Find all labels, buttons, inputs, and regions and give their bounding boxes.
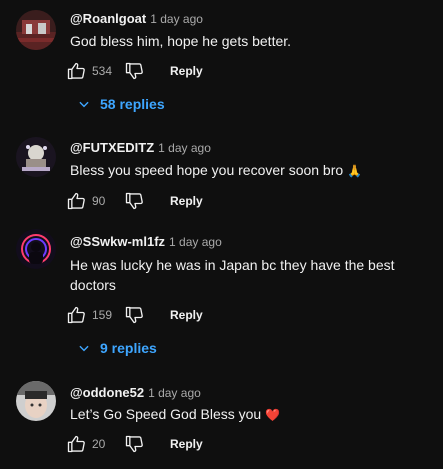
- comment-actions: 159 Reply: [64, 303, 203, 327]
- thumbs-up-icon[interactable]: [64, 303, 88, 327]
- avatar[interactable]: [16, 381, 56, 421]
- reply-button[interactable]: Reply: [170, 194, 203, 208]
- like-count: 20: [92, 437, 106, 451]
- timestamp[interactable]: 1 day ago: [158, 141, 211, 155]
- comment-meta: @Roanlgoat 1 day ago: [70, 10, 203, 28]
- comment-text: Let’s Go Speed God Bless you ❤️: [70, 404, 430, 425]
- avatar[interactable]: [16, 10, 56, 50]
- timestamp[interactable]: 1 day ago: [150, 12, 203, 26]
- reply-button[interactable]: Reply: [170, 437, 203, 451]
- author-name[interactable]: @FUTXEDITZ: [70, 140, 154, 155]
- comment-text-body: Bless you speed hope you recover soon br…: [70, 162, 344, 178]
- reply-button[interactable]: Reply: [170, 64, 203, 78]
- comment-actions: 534 Reply: [64, 59, 203, 83]
- view-replies-button[interactable]: 9 replies: [72, 336, 157, 360]
- like-count: 90: [92, 194, 106, 208]
- author-name[interactable]: @SSwkw-ml1fz: [70, 234, 165, 249]
- thumbs-up-icon[interactable]: [64, 59, 88, 83]
- replies-label: 58 replies: [100, 96, 165, 112]
- chevron-down-icon: [72, 336, 96, 360]
- red-heart-emoji: ❤️: [265, 408, 281, 422]
- like-count: 159: [92, 308, 113, 322]
- comment-meta: @FUTXEDITZ 1 day ago: [70, 139, 211, 157]
- timestamp[interactable]: 1 day ago: [169, 235, 222, 249]
- thumbs-down-icon[interactable]: [122, 303, 146, 327]
- praying-hands-emoji: 🙏: [347, 164, 363, 178]
- comment-meta: @oddone52 1 day ago: [70, 384, 201, 402]
- thumbs-down-icon[interactable]: [122, 432, 146, 456]
- author-name[interactable]: @Roanlgoat: [70, 11, 146, 26]
- comment-meta: @SSwkw-ml1fz 1 day ago: [70, 233, 222, 251]
- like-count: 534: [92, 64, 113, 78]
- thumbs-down-icon[interactable]: [122, 59, 146, 83]
- reply-button[interactable]: Reply: [170, 308, 203, 322]
- thumbs-up-icon[interactable]: [64, 432, 88, 456]
- comment-actions: 20 Reply: [64, 432, 203, 456]
- avatar[interactable]: [16, 229, 56, 269]
- avatar[interactable]: [16, 137, 56, 177]
- thumbs-down-icon[interactable]: [122, 189, 146, 213]
- thumbs-up-icon[interactable]: [64, 189, 88, 213]
- comment-text: Bless you speed hope you recover soon br…: [70, 160, 430, 181]
- chevron-down-icon: [72, 92, 96, 116]
- comment-actions: 90 Reply: [64, 189, 203, 213]
- author-name[interactable]: @oddone52: [70, 385, 144, 400]
- comment-text: He was lucky he was in Japan bc they hav…: [70, 257, 395, 293]
- timestamp[interactable]: 1 day ago: [148, 386, 201, 400]
- view-replies-button[interactable]: 58 replies: [72, 92, 165, 116]
- comment-text-body: Let’s Go Speed God Bless you: [70, 406, 262, 422]
- replies-label: 9 replies: [100, 340, 157, 356]
- comment-text: God bless him, hope he gets better.: [70, 33, 292, 49]
